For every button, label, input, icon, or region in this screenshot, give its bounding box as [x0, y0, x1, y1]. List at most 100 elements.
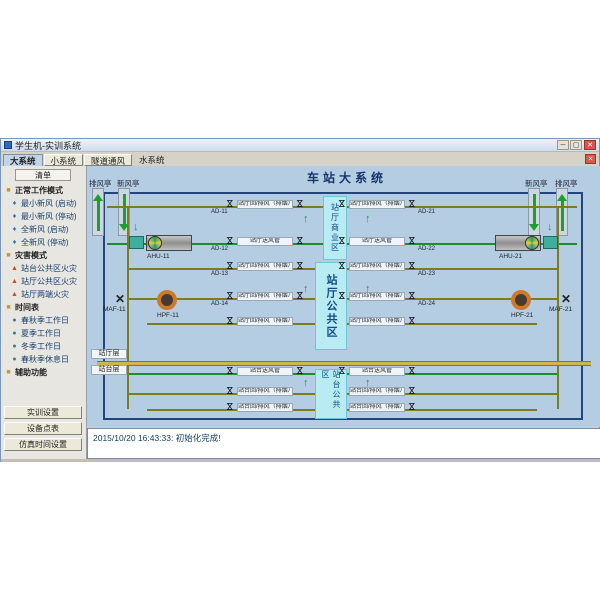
sidebar-group-schedule[interactable]: ■时间表: [1, 301, 87, 314]
damper-icon[interactable]: ⋈: [407, 402, 416, 411]
arrow-shaft: [97, 201, 100, 231]
diagram-title: 车站大系统: [247, 169, 447, 186]
sidebar-item-hall-fire[interactable]: ▲站厅公共区火灾: [1, 275, 87, 288]
device-tag: HPF-11: [157, 312, 179, 319]
propeller-fan-icon[interactable]: ✕: [115, 292, 125, 306]
sidebar-item-hall-ends-fire[interactable]: ▲站厅两端火灾: [1, 288, 87, 301]
damper-icon[interactable]: ⋈: [337, 236, 346, 245]
return-fan[interactable]: [511, 290, 531, 310]
damper-icon[interactable]: ⋈: [295, 236, 304, 245]
sidebar-group-aux[interactable]: ■辅助功能: [1, 366, 87, 379]
damper-icon[interactable]: ⋈: [407, 199, 416, 208]
damper-icon[interactable]: ⋈: [337, 261, 346, 270]
group-icon: ■: [4, 187, 13, 194]
device-point-table-button[interactable]: 设备点表: [4, 422, 82, 435]
tab-water-system[interactable]: 水系统: [133, 154, 171, 166]
ahu-control-box[interactable]: [129, 236, 144, 249]
close-button[interactable]: ✕: [584, 140, 596, 150]
sidebar-item-label: 站厅两端火灾: [21, 289, 69, 300]
mode-icon: ♦: [10, 213, 19, 220]
duct-label: 站台回/排风（排烟）管: [349, 387, 405, 396]
sidebar-item-spring-autumn-workday[interactable]: ●春秋季工作日: [1, 314, 87, 327]
up-arrow-icon: [93, 194, 103, 201]
propeller-fan-icon[interactable]: ✕: [561, 292, 571, 306]
damper-icon[interactable]: ⋈: [407, 316, 416, 325]
flow-down-arrow-icon: ↓: [133, 222, 139, 233]
damper-tag: AD-13: [211, 271, 228, 277]
damper-icon[interactable]: ⋈: [225, 386, 234, 395]
zone-label: 站台公共区: [320, 370, 342, 418]
duct-label: 站厅回/排风（排烟）管: [349, 200, 405, 209]
sidebar: 清单 ■正常工作模式 ♦最小新风 (启动) ♦最小新风 (停动) ♦全新风 (启…: [1, 166, 87, 462]
mdi-close-icon[interactable]: ✕: [585, 154, 596, 164]
damper-tag: AD-11: [211, 209, 228, 215]
flow-up-arrow-icon: ↑: [303, 214, 309, 225]
sidebar-item-all-fresh-start[interactable]: ♦全新风 (启动): [1, 223, 87, 236]
tab-bar: 大系统 小系统 隧道通风 水系统: [1, 153, 599, 166]
flow-up-arrow-icon: ↑: [365, 214, 371, 225]
sidebar-group-normal-mode[interactable]: ■正常工作模式: [1, 184, 87, 197]
sidebar-item-label: 全新风 (启动): [21, 224, 69, 235]
diagram-canvas: 车站大系统 排风亭 新风亭 新风亭 排风亭: [87, 166, 600, 427]
damper-icon[interactable]: ⋈: [225, 316, 234, 325]
damper-icon[interactable]: ⋈: [407, 261, 416, 270]
minimize-button[interactable]: ─: [557, 140, 569, 150]
sidebar-item-spring-autumn-restday[interactable]: ●春秋季休息日: [1, 353, 87, 366]
fan-wheel-icon: [525, 236, 539, 250]
sidebar-item-label: 时间表: [15, 302, 39, 313]
damper-icon[interactable]: ⋈: [407, 236, 416, 245]
duct-label: 站厅回/排风（排烟）管: [349, 262, 405, 271]
zone-platform-public[interactable]: 站台公共区: [315, 369, 347, 419]
duct-label: 站台回/排风（排烟）管: [237, 387, 293, 396]
damper-tag: AD-24: [418, 301, 435, 307]
sidebar-item-min-fresh-stop[interactable]: ♦最小新风 (停动): [1, 210, 87, 223]
damper-icon[interactable]: ⋈: [225, 402, 234, 411]
damper-icon[interactable]: ⋈: [295, 366, 304, 375]
damper-icon[interactable]: ⋈: [337, 291, 346, 300]
damper-icon[interactable]: ⋈: [225, 261, 234, 270]
maximize-button[interactable]: ▢: [570, 140, 582, 150]
zone-hall-public[interactable]: 站厅公共区: [315, 262, 347, 350]
sidebar-item-winter-workday[interactable]: ●冬季工作日: [1, 340, 87, 353]
title-bar: 学生机-实训系统 ─ ▢ ✕: [1, 139, 599, 152]
sidebar-header: 清单: [15, 169, 71, 181]
training-settings-button[interactable]: 实训设置: [4, 406, 82, 419]
damper-icon[interactable]: ⋈: [225, 236, 234, 245]
arrow-shaft: [123, 194, 126, 224]
return-fan[interactable]: [157, 290, 177, 310]
damper-icon[interactable]: ⋈: [295, 261, 304, 270]
fire-icon: ▲: [10, 265, 19, 272]
sidebar-item-label: 春秋季休息日: [21, 354, 69, 365]
damper-icon[interactable]: ⋈: [337, 199, 346, 208]
fire-icon: ▲: [10, 278, 19, 285]
damper-icon[interactable]: ⋈: [295, 199, 304, 208]
duct-label: 站厅回/排风（排烟）管: [237, 292, 293, 301]
duct-label: 站厅送风管: [237, 237, 293, 246]
damper-icon[interactable]: ⋈: [225, 291, 234, 300]
sidebar-group-disaster-mode[interactable]: ■灾害模式: [1, 249, 87, 262]
damper-icon[interactable]: ⋈: [407, 386, 416, 395]
sidebar-item-label: 灾害模式: [15, 250, 47, 261]
log-panel: 2015/10/20 16:43:33: 初始化完成!: [87, 428, 600, 459]
damper-icon[interactable]: ⋈: [407, 291, 416, 300]
damper-icon[interactable]: ⋈: [337, 366, 346, 375]
sidebar-item-platform-fire[interactable]: ▲站台公共区火灾: [1, 262, 87, 275]
ahu-control-box[interactable]: [543, 236, 558, 249]
damper-tag: AD-22: [418, 246, 435, 252]
sidebar-item-min-fresh-start[interactable]: ♦最小新风 (启动): [1, 197, 87, 210]
mode-icon: ♦: [10, 239, 19, 246]
clock-icon: ●: [10, 317, 19, 324]
damper-icon[interactable]: ⋈: [225, 199, 234, 208]
tab-big-system[interactable]: 大系统: [3, 154, 43, 166]
device-tag: AHU-21: [499, 253, 522, 260]
device-tag: HPF-21: [511, 312, 533, 319]
sidebar-item-summer-workday[interactable]: ●夏季工作日: [1, 327, 87, 340]
tab-tunnel-vent[interactable]: 隧道通风: [84, 154, 132, 166]
tab-small-system[interactable]: 小系统: [44, 154, 84, 166]
device-tag: MAF-21: [549, 306, 572, 313]
sidebar-item-all-fresh-stop[interactable]: ♦全新风 (停动): [1, 236, 87, 249]
damper-icon[interactable]: ⋈: [225, 366, 234, 375]
damper-icon[interactable]: ⋈: [407, 366, 416, 375]
sim-time-settings-button[interactable]: 仿真时间设置: [4, 438, 82, 451]
duct-label: 站厅送风管: [349, 237, 405, 246]
